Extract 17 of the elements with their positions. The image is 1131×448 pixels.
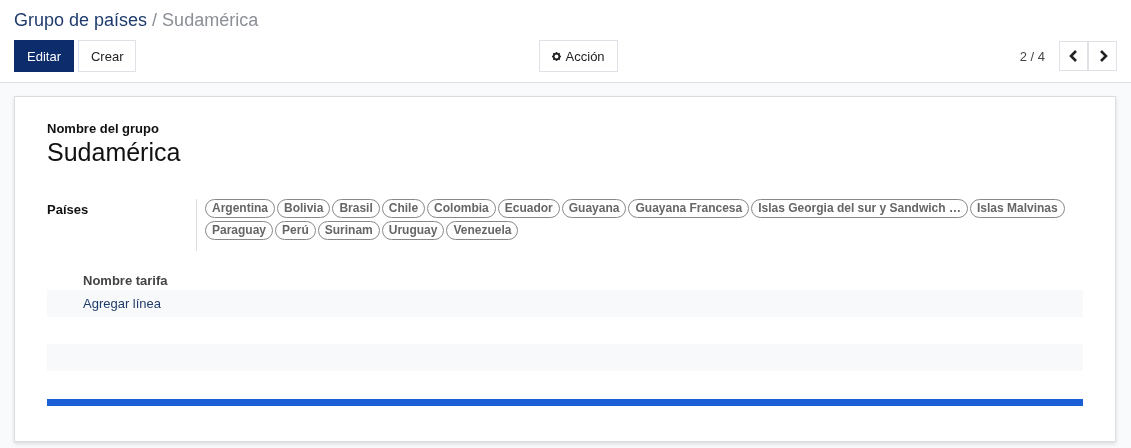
action-button[interactable]: Acción <box>538 40 618 72</box>
previous-button[interactable] <box>1059 41 1088 71</box>
chevron-left-icon <box>1068 50 1079 62</box>
breadcrumb-link[interactable]: Grupo de países <box>14 8 148 32</box>
chevron-right-icon <box>1097 50 1108 62</box>
add-line-link[interactable]: Agregar línea <box>83 296 162 311</box>
create-button[interactable]: Crear <box>77 40 137 72</box>
gear-icon <box>551 51 561 61</box>
field-label: Países <box>47 202 90 217</box>
breadcrumb-current: Sudamérica <box>162 9 259 32</box>
group-name: Sudamérica <box>47 138 182 167</box>
pager-value: 2 / 4 <box>1019 48 1045 64</box>
column-header: Nombre tarifa <box>82 272 169 290</box>
next-button[interactable] <box>1088 41 1117 71</box>
breadcrumb-separator: / <box>152 9 158 32</box>
edit-button[interactable]: Editar <box>14 40 74 72</box>
field-label: Nombre del grupo <box>47 121 160 136</box>
